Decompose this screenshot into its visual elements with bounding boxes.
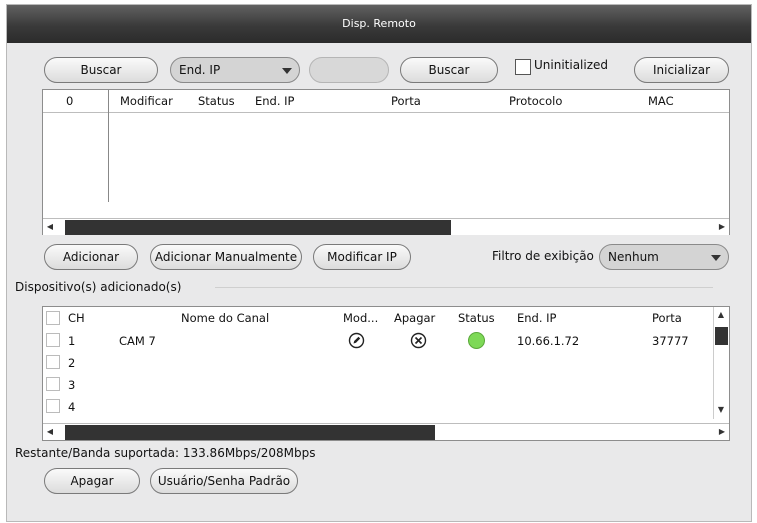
col-header-modify[interactable]: Mod... xyxy=(343,311,378,325)
delete-button[interactable]: Apagar xyxy=(44,468,140,494)
col-header-channel-name[interactable]: Nome do Canal xyxy=(181,311,269,325)
scroll-up-icon[interactable]: ▲ xyxy=(714,307,728,322)
col-header-channel[interactable]: CH xyxy=(68,311,85,325)
scroll-right-icon[interactable]: ▶ xyxy=(715,424,729,439)
row-checkbox[interactable] xyxy=(46,399,60,413)
search-filter-value: End. IP xyxy=(179,63,221,77)
row-channel: 3 xyxy=(68,378,76,392)
scrollbar-thumb[interactable] xyxy=(65,425,435,440)
add-manually-button[interactable]: Adicionar Manualmente xyxy=(150,244,302,270)
col-header-mac[interactable]: MAC xyxy=(648,94,674,108)
row-port: 37777 xyxy=(652,334,689,348)
col-header-status[interactable]: Status xyxy=(458,311,495,325)
row-checkbox[interactable] xyxy=(46,333,60,347)
found-devices-table: 0 Modificar Status End. IP Porta Protoco… xyxy=(42,89,730,235)
status-online-icon xyxy=(468,332,485,349)
row-channel-name: CAM 7 xyxy=(119,334,156,348)
vertical-scrollbar[interactable]: ▲ ▼ xyxy=(713,307,729,419)
col-header-status[interactable]: Status xyxy=(198,94,235,108)
added-devices-title: Dispositivo(s) adicionado(s) xyxy=(15,280,182,294)
scrollbar-thumb[interactable] xyxy=(715,327,728,345)
remote-device-window: Disp. Remoto Buscar End. IP Buscar Unini… xyxy=(6,4,752,522)
search-button-2[interactable]: Buscar xyxy=(400,57,498,83)
search-filter-select[interactable]: End. IP xyxy=(170,57,300,83)
col-header-port[interactable]: Porta xyxy=(652,311,682,325)
default-user-password-button[interactable]: Usuário/Senha Padrão xyxy=(150,468,298,494)
bandwidth-text: Restante/Banda suportada: 133.86Mbps/208… xyxy=(15,446,316,460)
header-divider xyxy=(43,112,729,113)
search-button[interactable]: Buscar xyxy=(44,57,158,83)
edit-icon[interactable] xyxy=(348,332,365,349)
modify-ip-button[interactable]: Modificar IP xyxy=(313,244,411,270)
col-header-index[interactable]: 0 xyxy=(66,94,73,108)
row-ip: 10.66.1.72 xyxy=(517,334,580,348)
row-channel: 2 xyxy=(68,356,76,370)
initialize-button[interactable]: Inicializar xyxy=(634,57,729,83)
select-all-checkbox[interactable] xyxy=(46,311,60,325)
display-filter-value: Nenhum xyxy=(608,250,659,264)
row-channel: 4 xyxy=(68,400,76,414)
window-title: Disp. Remoto xyxy=(7,5,751,43)
col-header-port[interactable]: Porta xyxy=(391,94,421,108)
uninitialized-label: Uninitialized xyxy=(534,58,609,72)
row-checkbox[interactable] xyxy=(46,377,60,391)
col-header-ip[interactable]: End. IP xyxy=(255,94,295,108)
scroll-right-icon[interactable]: ▶ xyxy=(715,219,729,234)
scroll-down-icon[interactable]: ▼ xyxy=(714,402,728,417)
delete-icon[interactable] xyxy=(410,332,427,349)
col-header-delete[interactable]: Apagar xyxy=(394,311,435,325)
horizontal-scrollbar[interactable]: ◀ ▶ xyxy=(43,423,729,440)
added-devices-table: CH Nome do Canal Mod... Apagar Status En… xyxy=(42,306,730,441)
horizontal-scrollbar[interactable]: ◀ ▶ xyxy=(43,218,729,235)
scrollbar-thumb[interactable] xyxy=(65,220,451,235)
section-divider xyxy=(215,287,713,288)
col-header-ip[interactable]: End. IP xyxy=(517,311,557,325)
display-filter-label: Filtro de exibição xyxy=(492,249,594,263)
col-header-protocol[interactable]: Protocolo xyxy=(509,94,562,108)
add-button[interactable]: Adicionar xyxy=(44,244,138,270)
scroll-left-icon[interactable]: ◀ xyxy=(43,219,57,234)
display-filter-select[interactable]: Nenhum xyxy=(599,244,729,270)
chevron-down-icon xyxy=(282,68,292,74)
scroll-left-icon[interactable]: ◀ xyxy=(43,424,57,439)
search-input[interactable] xyxy=(309,57,389,83)
row-checkbox[interactable] xyxy=(46,355,60,369)
column-divider xyxy=(108,90,109,202)
chevron-down-icon xyxy=(711,255,721,261)
row-channel: 1 xyxy=(68,334,76,348)
uninitialized-checkbox[interactable] xyxy=(515,59,531,75)
col-header-modify[interactable]: Modificar xyxy=(120,94,173,108)
